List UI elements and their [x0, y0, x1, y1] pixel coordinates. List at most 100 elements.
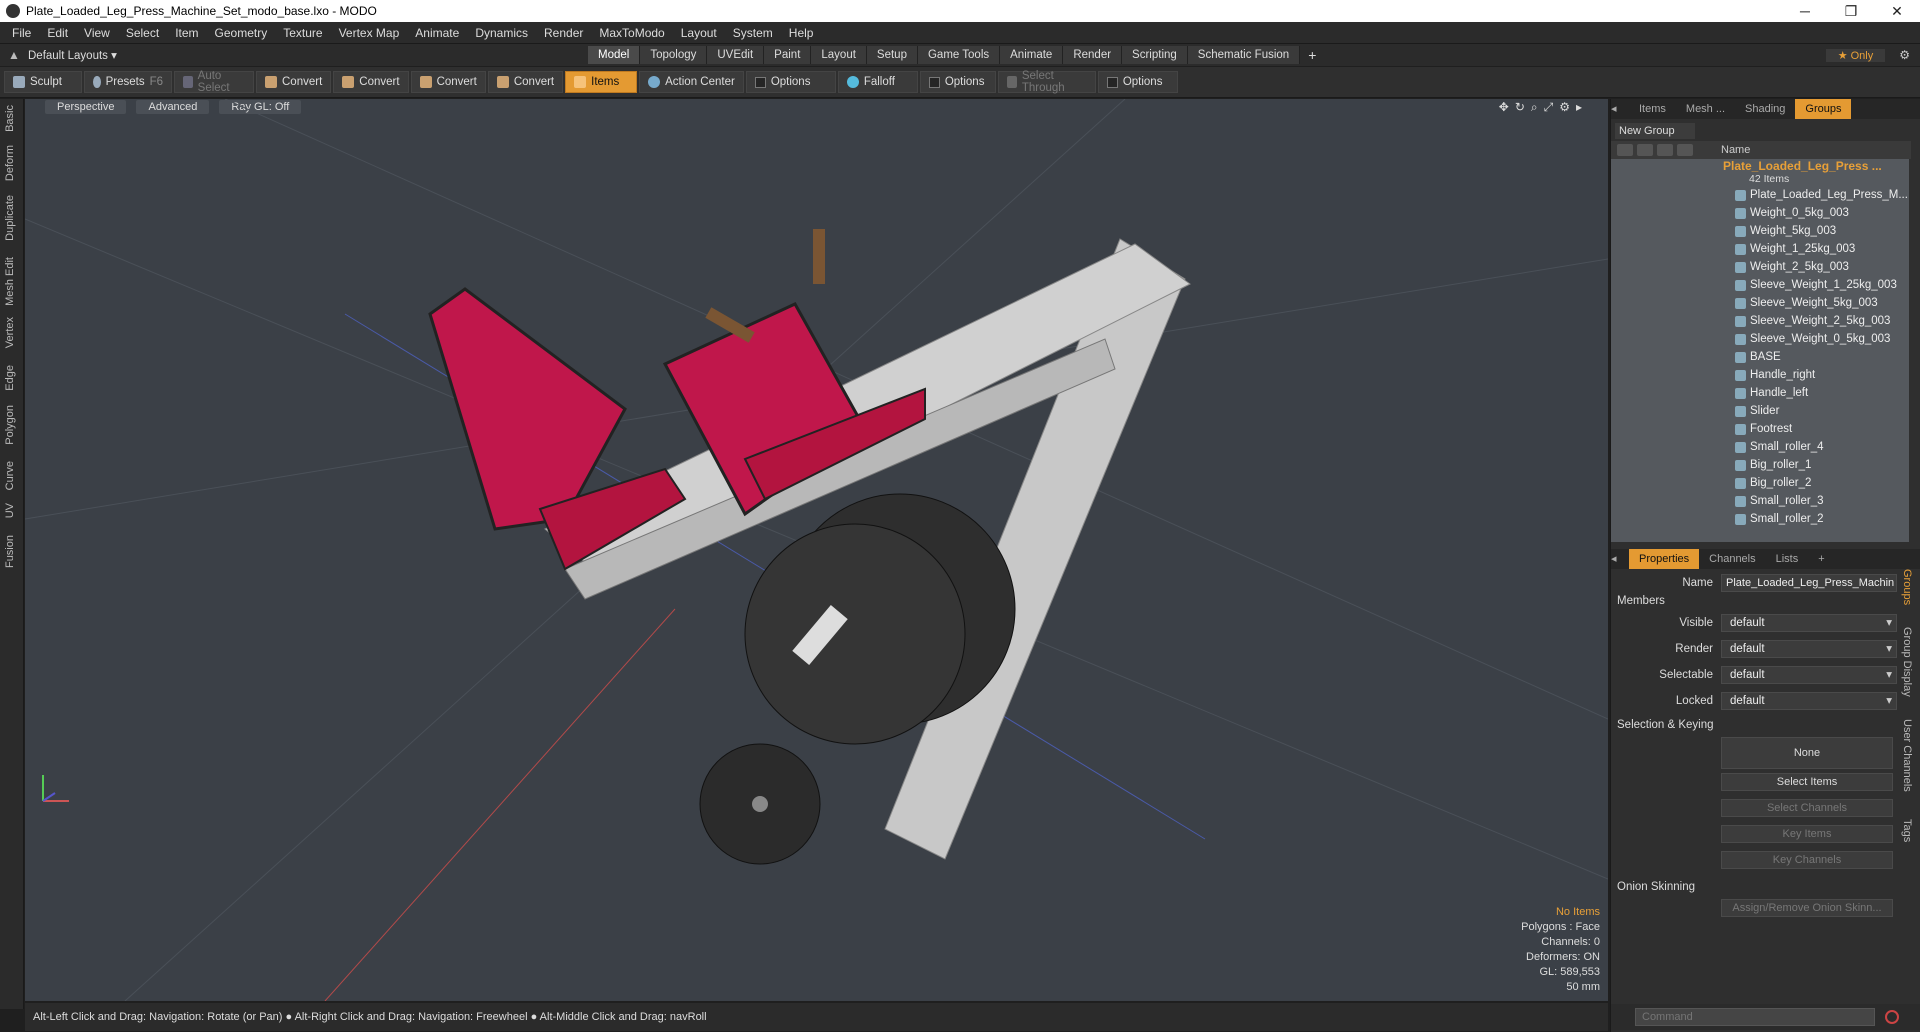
- menu-texture[interactable]: Texture: [275, 26, 330, 40]
- select-icon[interactable]: [1677, 144, 1693, 156]
- menu-select[interactable]: Select: [118, 26, 167, 40]
- menu-view[interactable]: View: [76, 26, 118, 40]
- locked-dropdown[interactable]: default ▾: [1721, 692, 1897, 710]
- layout-menu-icon[interactable]: ▲: [8, 48, 20, 62]
- menu-help[interactable]: Help: [781, 26, 822, 40]
- auto-select-button[interactable]: Auto Select: [174, 70, 254, 94]
- key-channels-button[interactable]: Key Channels: [1721, 851, 1893, 869]
- list-item[interactable]: Sleeve_Weight_2_5kg_003: [1611, 312, 1909, 330]
- onion-skinning-section[interactable]: Onion Skinning: [1617, 881, 1695, 893]
- menu-maxtomodo[interactable]: MaxToModo: [591, 26, 672, 40]
- default-layouts-dropdown[interactable]: Default Layouts ▾: [28, 48, 588, 62]
- list-item[interactable]: Big_roller_1: [1611, 456, 1909, 474]
- list-item[interactable]: Big_roller_2: [1611, 474, 1909, 492]
- sculpt-button[interactable]: Sculpt: [4, 71, 82, 93]
- menu-render[interactable]: Render: [536, 26, 591, 40]
- panel-collapse-icon[interactable]: ◂: [1611, 99, 1629, 119]
- tab-model[interactable]: Model: [588, 46, 641, 64]
- add-properties-tab[interactable]: +: [1808, 549, 1834, 569]
- tab-uvedit[interactable]: UVEdit: [707, 46, 765, 64]
- tab-game-tools[interactable]: Game Tools: [917, 46, 1001, 64]
- vtab-polygon[interactable]: Polygon: [4, 405, 16, 445]
- tab-paint[interactable]: Paint: [764, 46, 812, 64]
- falloff-options-button[interactable]: Options: [919, 71, 996, 93]
- visible-dropdown[interactable]: default ▾: [1721, 614, 1897, 632]
- vtab-mesh-edit[interactable]: Mesh Edit: [4, 257, 16, 306]
- vtab-vertex[interactable]: Vertex: [4, 317, 16, 348]
- tab-setup[interactable]: Setup: [866, 46, 918, 64]
- convert-button-2[interactable]: Convert: [333, 71, 409, 93]
- menu-geometry[interactable]: Geometry: [207, 26, 276, 40]
- tab-lists[interactable]: Lists: [1766, 549, 1809, 569]
- list-item[interactable]: Plate_Loaded_Leg_Press_M...: [1611, 186, 1909, 204]
- action-center-options-button[interactable]: Options: [745, 71, 836, 93]
- gear-icon[interactable]: ⚙: [1899, 48, 1910, 62]
- render-icon[interactable]: [1637, 144, 1653, 156]
- action-center-button[interactable]: Action Center: [639, 71, 744, 93]
- eye-icon[interactable]: [1617, 144, 1633, 156]
- list-item[interactable]: Sleeve_Weight_1_25kg_003: [1611, 276, 1909, 294]
- maximize-icon[interactable]: ❐: [1828, 3, 1874, 20]
- convert-button-1[interactable]: Convert: [256, 71, 332, 93]
- side-tab-groups[interactable]: Groups: [1901, 569, 1913, 605]
- select-through-options-button[interactable]: Options: [1097, 71, 1178, 93]
- add-tab-button[interactable]: +: [1308, 47, 1316, 63]
- record-icon[interactable]: [1885, 1010, 1899, 1024]
- list-item[interactable]: Handle_left: [1611, 384, 1909, 402]
- select-through-button[interactable]: Select Through: [997, 70, 1096, 94]
- assign-onion-button[interactable]: Assign/Remove Onion Skinn...: [1721, 899, 1893, 917]
- lock-icon[interactable]: [1657, 144, 1673, 156]
- convert-button-4[interactable]: Convert: [487, 71, 564, 93]
- tab-mesh[interactable]: Mesh ...: [1676, 99, 1735, 119]
- tab-topology[interactable]: Topology: [640, 46, 708, 64]
- menu-file[interactable]: File: [4, 26, 39, 40]
- menu-vertex-map[interactable]: Vertex Map: [331, 26, 408, 40]
- side-tab-tags[interactable]: Tags: [1901, 819, 1913, 842]
- selection-keying-section[interactable]: Selection & Keying: [1617, 719, 1714, 731]
- list-item[interactable]: Small_roller_2: [1611, 510, 1909, 528]
- list-item[interactable]: Slider: [1611, 402, 1909, 420]
- list-item[interactable]: Weight_2_5kg_003: [1611, 258, 1909, 276]
- selectable-dropdown[interactable]: default ▾: [1721, 666, 1897, 684]
- tab-render[interactable]: Render: [1063, 46, 1123, 64]
- vtab-uv[interactable]: UV: [4, 503, 16, 518]
- minimize-icon[interactable]: ─: [1782, 3, 1828, 19]
- menu-animate[interactable]: Animate: [407, 26, 467, 40]
- close-icon[interactable]: ✕: [1874, 3, 1920, 20]
- list-item[interactable]: Small_roller_3: [1611, 492, 1909, 510]
- vtab-curve[interactable]: Curve: [4, 461, 16, 490]
- tab-layout[interactable]: Layout: [811, 46, 867, 64]
- command-input[interactable]: [1635, 1008, 1875, 1026]
- none-selector[interactable]: None: [1721, 737, 1893, 769]
- key-items-button[interactable]: Key Items: [1721, 825, 1893, 843]
- tab-scripting[interactable]: Scripting: [1122, 46, 1188, 64]
- menu-item[interactable]: Item: [167, 26, 206, 40]
- side-tab-user-channels[interactable]: User Channels: [1901, 719, 1913, 792]
- name-field[interactable]: Plate_Loaded_Leg_Press_Machin: [1721, 574, 1897, 592]
- list-item[interactable]: Footrest: [1611, 420, 1909, 438]
- list-item[interactable]: BASE: [1611, 348, 1909, 366]
- select-items-button[interactable]: Select Items: [1721, 773, 1893, 791]
- vtab-deform[interactable]: Deform: [4, 145, 16, 181]
- convert-button-3[interactable]: Convert: [410, 71, 486, 93]
- menu-edit[interactable]: Edit: [39, 26, 76, 40]
- menu-layout[interactable]: Layout: [673, 26, 725, 40]
- render-dropdown[interactable]: default ▾: [1721, 640, 1897, 658]
- vtab-fusion[interactable]: Fusion: [4, 535, 16, 568]
- list-item[interactable]: Weight_0_5kg_003: [1611, 204, 1909, 222]
- properties-collapse-icon[interactable]: ◂: [1611, 549, 1629, 569]
- menu-system[interactable]: System: [725, 26, 781, 40]
- only-toggle[interactable]: ★ Only: [1825, 48, 1886, 62]
- tab-properties[interactable]: Properties: [1629, 549, 1700, 569]
- list-item[interactable]: Weight_5kg_003: [1611, 222, 1909, 240]
- side-tab-group-display[interactable]: Group Display: [1901, 627, 1913, 697]
- list-item[interactable]: Small_roller_4: [1611, 438, 1909, 456]
- vtab-duplicate[interactable]: Duplicate: [4, 195, 16, 241]
- list-item[interactable]: Handle_right: [1611, 366, 1909, 384]
- tab-animate[interactable]: Animate: [1000, 46, 1064, 64]
- members-section[interactable]: Members: [1617, 595, 1665, 607]
- vtab-edge[interactable]: Edge: [4, 365, 16, 391]
- vtab-basic[interactable]: Basic: [4, 105, 16, 132]
- falloff-button[interactable]: Falloff: [837, 71, 918, 93]
- select-channels-button[interactable]: Select Channels: [1721, 799, 1893, 817]
